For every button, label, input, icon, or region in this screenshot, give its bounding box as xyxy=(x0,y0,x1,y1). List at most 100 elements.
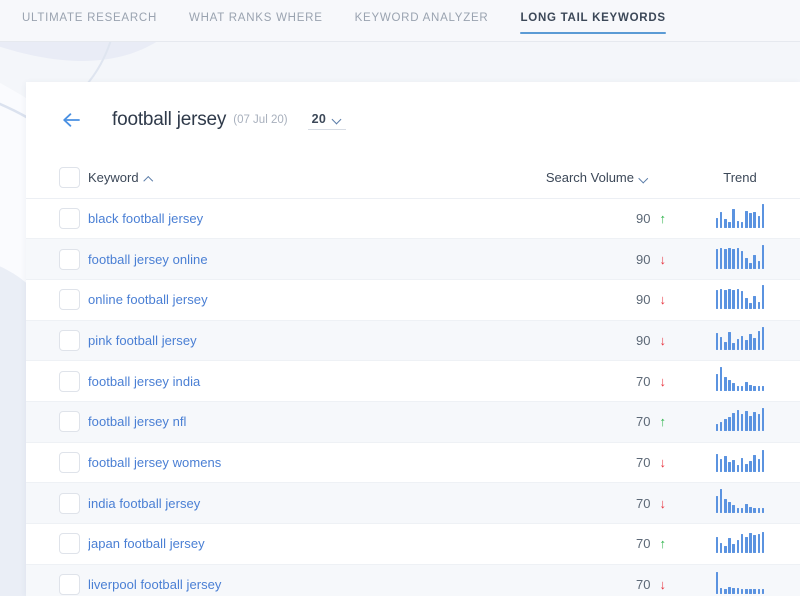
table-row[interactable]: liverpool football jersey 70 ↓ xyxy=(26,564,800,596)
sparkline-bar xyxy=(732,249,736,269)
row-checkbox[interactable] xyxy=(59,329,80,351)
table-row[interactable]: football jersey online 90 ↓ xyxy=(26,238,800,280)
row-checkbox[interactable] xyxy=(59,451,80,473)
sparkline-bar xyxy=(724,377,727,391)
back-arrow-icon[interactable] xyxy=(59,107,85,133)
sparkline-bar xyxy=(736,385,740,391)
search-volume-wrap: 90 ↓ xyxy=(618,292,666,307)
row-checkbox[interactable] xyxy=(59,574,80,596)
sparkline-bar xyxy=(724,589,727,595)
nav-tab-keyword-analyzer[interactable]: KEYWORD ANALYZER xyxy=(355,0,489,42)
sparkline-bar xyxy=(724,219,727,228)
search-volume-wrap: 70 ↑ xyxy=(618,414,666,429)
table-row[interactable]: black football jersey 90 ↑ xyxy=(26,198,800,240)
keyword-link[interactable]: online football jersey xyxy=(88,279,528,321)
sparkline-bar xyxy=(719,421,723,432)
trend-sparkline xyxy=(715,407,765,432)
sparkline-bar xyxy=(715,333,719,350)
row-checkbox[interactable] xyxy=(59,370,80,392)
keyword-link[interactable]: pink football jersey xyxy=(88,320,528,362)
table-row[interactable]: football jersey india 70 ↓ xyxy=(26,360,800,402)
sparkline-bar xyxy=(749,589,752,595)
sparkline-bar xyxy=(744,410,748,432)
trend-sparkline xyxy=(715,326,765,350)
search-volume-value: 70 xyxy=(636,454,651,470)
trend-sparkline xyxy=(715,570,765,595)
row-checkbox[interactable] xyxy=(59,248,80,270)
sparkline-bar xyxy=(753,455,756,472)
table-row[interactable]: football jersey womens 70 ↓ xyxy=(26,442,800,484)
nav-tab-long-tail-keywords[interactable]: LONG TAIL KEYWORDS xyxy=(520,0,666,42)
nav-tab-ultimate-research[interactable]: ULTIMATE RESEARCH xyxy=(22,0,157,42)
row-checkbox[interactable] xyxy=(59,289,80,311)
trend-sparkline xyxy=(715,203,765,228)
sparkline-bar xyxy=(736,248,740,269)
table-row[interactable]: football jersey nfl 70 ↑ xyxy=(26,401,800,443)
search-volume-wrap: 70 ↓ xyxy=(618,577,666,592)
sparkline-bar xyxy=(724,290,727,310)
sparkline-bar xyxy=(757,458,761,472)
trend-sparkline xyxy=(715,448,765,472)
sparkline-bar xyxy=(740,589,744,595)
sort-ascending-icon[interactable] xyxy=(145,175,153,183)
rows-per-page-value: 20 xyxy=(311,112,327,126)
sparkline-bar xyxy=(728,288,731,310)
sparkline-bar xyxy=(757,261,761,269)
sparkline-bar xyxy=(753,507,756,513)
keyword-link[interactable]: black football jersey xyxy=(88,198,528,240)
row-select-cell xyxy=(26,238,88,280)
sparkline-bar xyxy=(736,588,740,595)
keyword-link[interactable]: football jersey womens xyxy=(88,442,528,484)
keyword-link[interactable]: football jersey nfl xyxy=(88,401,528,443)
trend-cell xyxy=(688,320,800,362)
sparkline-bar xyxy=(761,408,765,432)
table-row[interactable]: online football jersey 90 ↓ xyxy=(26,279,800,321)
row-select-cell xyxy=(26,482,88,524)
keyword-link[interactable]: liverpool football jersey xyxy=(88,564,528,596)
column-header-search-volume[interactable]: Search Volume xyxy=(528,158,688,199)
table-row[interactable]: india football jersey 70 ↓ xyxy=(26,482,800,524)
column-header-keyword[interactable]: Keyword xyxy=(88,158,528,199)
sparkline-bar xyxy=(757,215,761,228)
rows-per-page-select[interactable]: 20 xyxy=(307,110,347,130)
sparkline-bar xyxy=(724,341,727,350)
search-volume-cell: 70 ↑ xyxy=(528,523,688,565)
sparkline-bar xyxy=(715,218,719,228)
search-volume-cell: 70 ↓ xyxy=(528,442,688,484)
sparkline-bar xyxy=(719,336,723,350)
sparkline-bar xyxy=(757,534,761,554)
search-volume-value: 70 xyxy=(636,373,651,389)
sparkline-bar xyxy=(749,334,752,350)
row-checkbox[interactable] xyxy=(59,492,80,514)
column-header-keyword-label: Keyword xyxy=(88,170,139,186)
sparkline-bar xyxy=(715,536,719,554)
sort-descending-icon[interactable] xyxy=(640,175,648,183)
sparkline-bar xyxy=(761,385,765,391)
sparkline-bar xyxy=(744,589,748,595)
nav-tab-label: ULTIMATE RESEARCH xyxy=(22,12,158,24)
sparkline-bar xyxy=(753,589,756,595)
sparkline-bar xyxy=(732,208,736,228)
sparkline-bar xyxy=(761,244,765,269)
sparkline-bar xyxy=(740,457,744,472)
keyword-link[interactable]: football jersey online xyxy=(88,238,528,280)
keyword-link[interactable]: japan football jersey xyxy=(88,523,528,565)
nav-tab-what-ranks-where[interactable]: WHAT RANKS WHERE xyxy=(189,0,323,42)
search-volume-cell: 70 ↑ xyxy=(528,401,688,443)
row-checkbox[interactable] xyxy=(59,411,80,433)
trend-cell xyxy=(688,279,800,321)
sparkline-bar xyxy=(732,459,736,472)
sparkline-bar xyxy=(761,507,765,513)
sparkline-bar xyxy=(761,589,765,595)
row-checkbox[interactable] xyxy=(59,207,80,229)
sparkline-bar xyxy=(749,532,752,554)
sparkline-bar xyxy=(753,212,756,228)
select-all-checkbox[interactable] xyxy=(59,167,80,189)
table-row[interactable]: japan football jersey 70 ↑ xyxy=(26,523,800,565)
row-checkbox[interactable] xyxy=(59,533,80,555)
trend-cell xyxy=(688,523,800,565)
keyword-link[interactable]: india football jersey xyxy=(88,482,528,524)
table-row[interactable]: pink football jersey 90 ↓ xyxy=(26,320,800,362)
nav-tab-label: KEYWORD ANALYZER xyxy=(354,12,489,24)
keyword-link[interactable]: football jersey india xyxy=(88,360,528,402)
